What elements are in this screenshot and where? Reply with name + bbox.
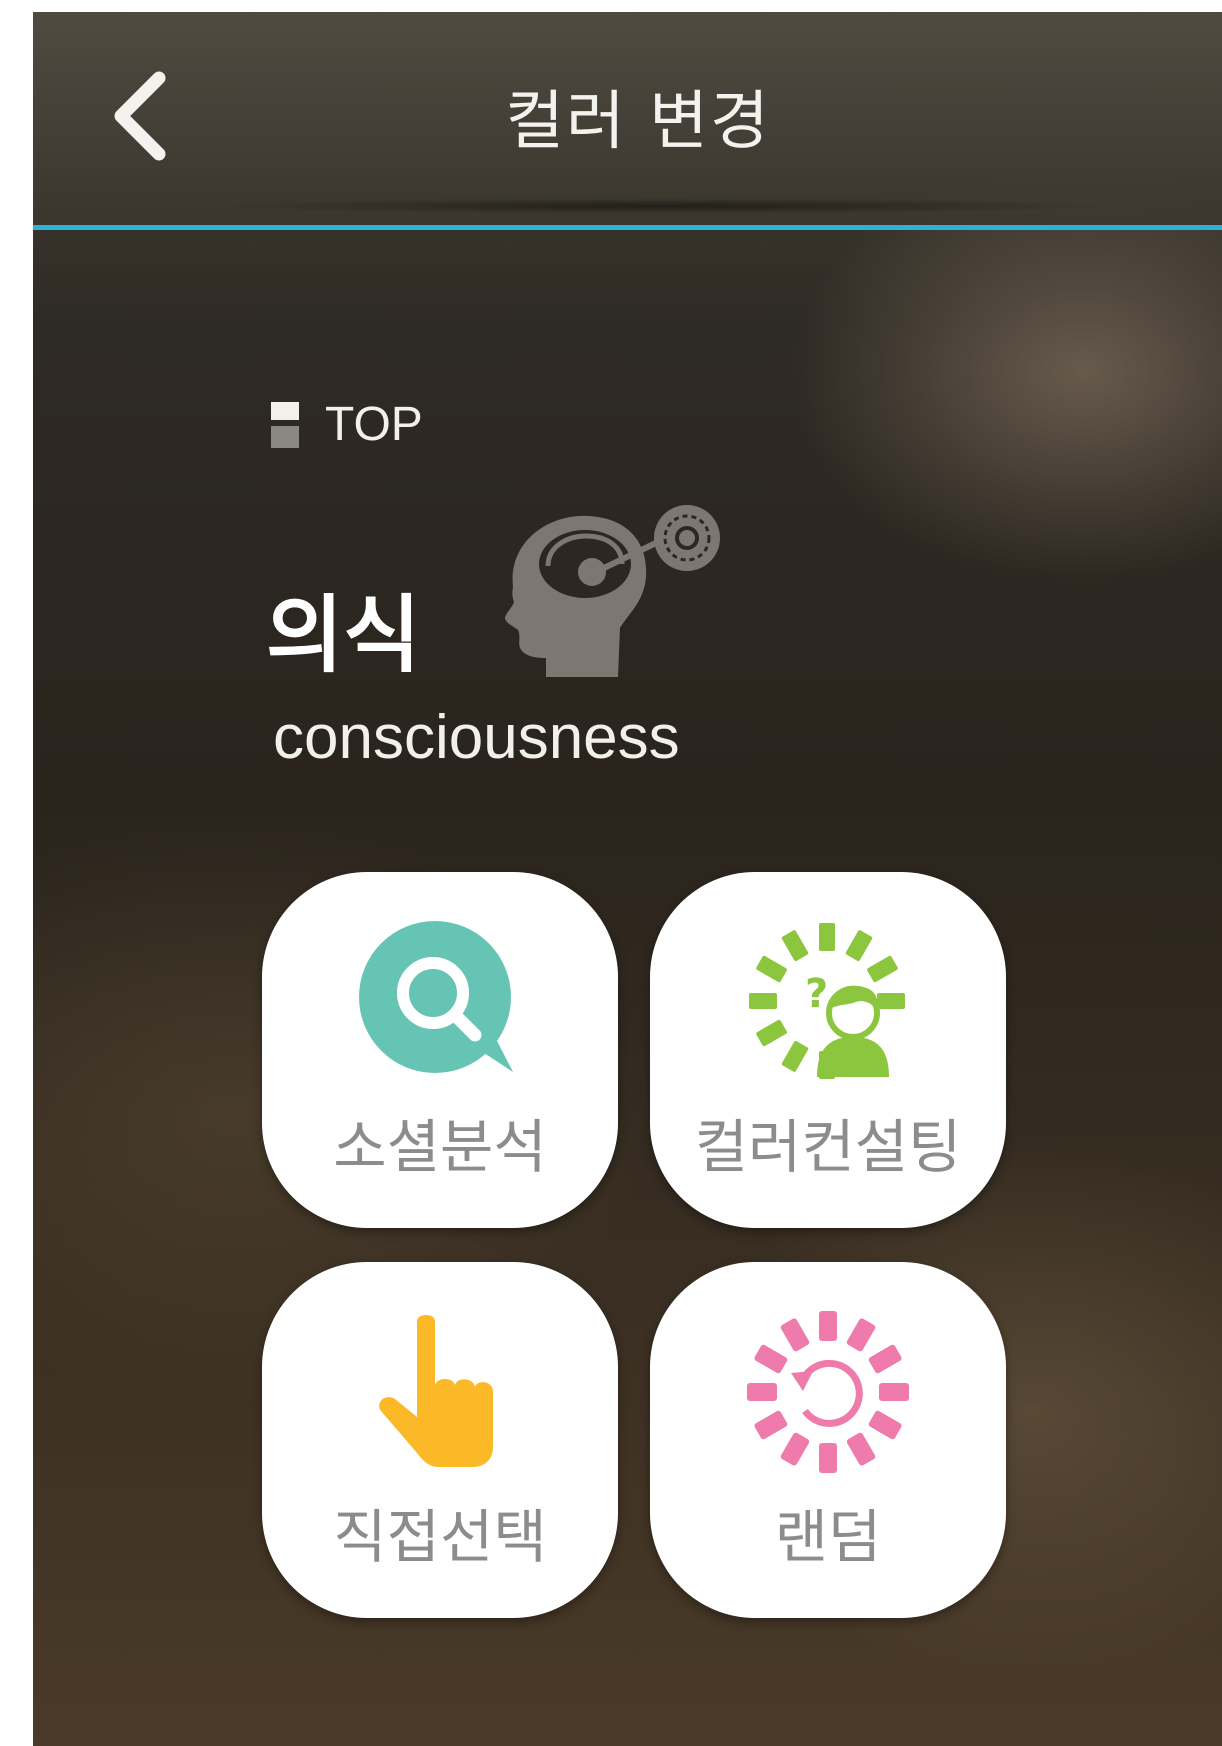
mood-name: 의식 [266,586,421,684]
svg-text:?: ? [805,971,828,1017]
head-with-gear-icon [505,505,720,677]
mood-name-english: consciousness [273,703,680,772]
rank-label: TOP [271,397,423,452]
random-label: 랜덤 [774,1503,882,1571]
direct-select-label: 직접선택 [333,1503,547,1571]
search-bubble-icon [359,921,513,1073]
rank-icon [271,401,299,448]
random-button[interactable]: 랜덤 [650,1262,1006,1618]
page-title: 컬러 변경 [505,85,771,159]
pointing-hand-icon [379,1315,493,1467]
screen: 컬러 변경 TOP 의식 consciousness 소셜분석 ? 컬러컨설팅 … [33,12,1222,1746]
header-bar: 컬러 변경 [33,12,1222,228]
header-shadow [213,198,1113,214]
person-question-icon: ? [749,923,905,1079]
social-analysis-label: 소셜분석 [333,1113,547,1181]
header-accent-line [33,225,1222,230]
color-consulting-button[interactable]: ? 컬러컨설팅 [650,872,1006,1228]
rank-text: TOP [325,398,423,451]
color-consulting-label: 컬러컨설팅 [694,1113,962,1181]
random-circle-icon [747,1311,909,1473]
social-analysis-button[interactable]: 소셜분석 [262,872,618,1228]
direct-select-button[interactable]: 직접선택 [262,1262,618,1618]
